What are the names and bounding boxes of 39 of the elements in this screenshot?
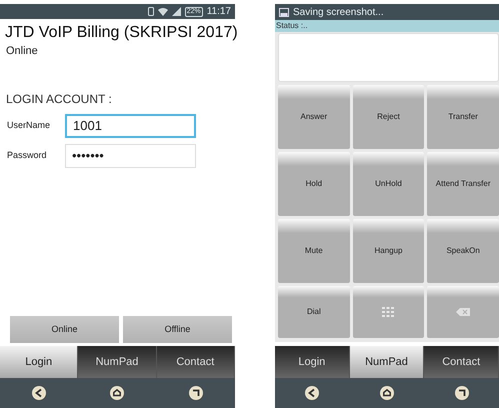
wifi-icon xyxy=(158,7,168,16)
status-label: Status :.. xyxy=(275,20,499,32)
app-title: JTD VoIP Billing (SKRIPSI 2017) xyxy=(5,23,238,43)
recent-apps-icon[interactable] xyxy=(454,386,469,400)
back-icon[interactable] xyxy=(305,386,320,400)
keypad-button[interactable]: Hangup xyxy=(352,219,424,283)
back-icon[interactable] xyxy=(32,386,46,400)
input-field[interactable]: 1001 xyxy=(65,114,196,138)
tab[interactable]: NumPad xyxy=(350,346,424,378)
keypad-button[interactable]: Transfer xyxy=(427,85,499,149)
keypad-button[interactable]: Attend Transfer xyxy=(427,152,499,216)
field-label: UserName xyxy=(7,118,52,132)
tab[interactable]: Login xyxy=(275,346,350,378)
keypad-button[interactable]: UnHold xyxy=(352,152,424,216)
section-heading: LOGIN ACCOUNT : xyxy=(6,90,113,108)
tab[interactable]: Contact xyxy=(424,346,499,378)
recent-apps-icon[interactable] xyxy=(188,386,203,400)
action-button[interactable]: Offline xyxy=(123,316,232,343)
home-icon[interactable] xyxy=(110,386,124,400)
signal-icon xyxy=(172,7,181,16)
keypad-button[interactable]: Reject xyxy=(352,85,424,149)
grid-icon xyxy=(382,307,394,317)
field-label: Password xyxy=(7,148,48,162)
input-field[interactable]: ••••••• xyxy=(65,144,196,168)
keypad-button[interactable]: Mute xyxy=(278,219,350,283)
keypad-button[interactable]: Answer xyxy=(278,85,350,149)
action-button[interactable]: Online xyxy=(10,316,119,343)
status-time: 11:17 xyxy=(206,5,231,19)
screenshot-icon xyxy=(279,8,289,16)
backspace-icon xyxy=(456,308,470,316)
keypad-button[interactable]: Hold xyxy=(278,152,350,216)
home-icon[interactable] xyxy=(380,386,394,400)
notification-text: Saving screenshot... xyxy=(293,6,384,20)
tab[interactable]: NumPad xyxy=(78,346,157,378)
keypad-button[interactable]: Dial xyxy=(278,286,350,338)
tab[interactable]: Login xyxy=(0,346,78,378)
connection-status: Online xyxy=(6,44,39,59)
keypad-button[interactable]: SpeakOn xyxy=(427,219,499,283)
tab[interactable]: Contact xyxy=(156,346,235,378)
